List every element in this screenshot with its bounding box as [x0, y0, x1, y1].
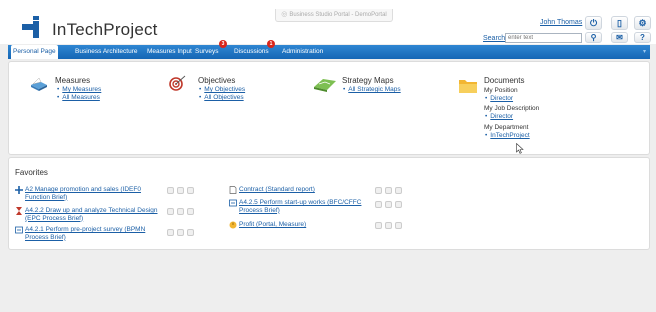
remove-button[interactable]	[395, 222, 402, 229]
user-name-link[interactable]: John Thomas	[540, 19, 582, 26]
my-position-label: My Position	[484, 87, 518, 94]
tab-surveys[interactable]: Surveys	[193, 45, 220, 59]
search-input[interactable]	[505, 33, 582, 43]
header: InTechProject ◎ Business Studio Portal - …	[0, 0, 656, 44]
report-icon	[229, 186, 237, 194]
gear-icon: ⚙	[638, 18, 647, 28]
department-links: InTechProject	[485, 132, 529, 140]
measure-icon	[229, 221, 237, 229]
search-button[interactable]: ⚲	[585, 32, 602, 43]
remove-button[interactable]	[187, 208, 194, 215]
strategy-title: Strategy Maps	[342, 76, 394, 85]
move-down-button[interactable]	[177, 208, 184, 215]
favorite-link[interactable]: A4.2.1 Perform pre-project survey (BPMN …	[25, 226, 165, 241]
objectives-title: Objectives	[198, 76, 236, 85]
power-icon: ⏻	[589, 18, 598, 28]
document-icon: ▯	[617, 18, 622, 28]
move-up-button[interactable]	[167, 187, 174, 194]
discussions-badge: 1	[267, 40, 275, 48]
mail-button[interactable]: ✉	[611, 32, 628, 43]
target-icon	[169, 75, 186, 91]
help-button[interactable]: ?	[634, 32, 651, 43]
my-objectives-link[interactable]: My Objectives	[204, 86, 245, 93]
favorite-controls	[375, 222, 402, 229]
cursor-icon	[516, 143, 524, 154]
all-measures-link[interactable]: All Measures	[62, 94, 100, 101]
process-icon	[15, 186, 23, 194]
job-description-label: My Job Description	[484, 105, 540, 112]
remove-button[interactable]	[187, 229, 194, 236]
diagram-icon	[15, 226, 23, 234]
tab-measures-input[interactable]: Measures Input	[145, 45, 194, 59]
department-link[interactable]: InTechProject	[490, 132, 529, 139]
favorite-controls	[375, 187, 402, 194]
mail-icon: ✉	[616, 33, 623, 42]
app-logo-icon	[22, 16, 48, 38]
move-up-button[interactable]	[167, 229, 174, 236]
favorite-link[interactable]: Contract (Standard report)	[239, 186, 315, 194]
favorite-link[interactable]: Profit (Portal, Measure)	[239, 221, 306, 229]
all-strategic-maps-link[interactable]: All Strategic Maps	[348, 86, 400, 93]
documents-title: Documents	[484, 76, 525, 85]
job-director-link[interactable]: Director	[490, 113, 513, 120]
move-down-button[interactable]	[385, 201, 392, 208]
hourglass-icon	[16, 207, 22, 215]
strategy-map-icon	[314, 79, 336, 92]
measures-title: Measures	[55, 76, 91, 85]
favorites-panel: Favorites A2 Manage promotion and sales …	[8, 157, 650, 250]
tab-administration[interactable]: Administration	[280, 45, 325, 59]
document-button[interactable]: ▯	[611, 16, 628, 30]
position-director-link[interactable]: Director	[490, 95, 513, 102]
move-down-button[interactable]	[177, 229, 184, 236]
move-up-button[interactable]	[375, 201, 382, 208]
folder-icon	[459, 80, 477, 93]
measures-links: My Measures All Measures	[57, 86, 101, 102]
strategy-links: All Strategic Maps	[343, 86, 400, 94]
move-down-button[interactable]	[385, 187, 392, 194]
favorites-title: Favorites	[15, 168, 48, 177]
diagram-icon	[229, 199, 237, 207]
favorite-link[interactable]: A4.2.2 Draw up and analyze Technical Des…	[25, 207, 165, 222]
surveys-badge: 3	[219, 40, 227, 48]
portal-title-tab: ◎ Business Studio Portal - DemoPortal	[275, 9, 393, 22]
remove-button[interactable]	[187, 187, 194, 194]
app-name: InTechProject	[52, 20, 158, 39]
tab-discussions[interactable]: Discussions	[232, 45, 271, 59]
job-links: Director	[485, 113, 513, 121]
nav-menu-icon[interactable]: ▾	[643, 48, 646, 55]
sections-panel: Measures My Measures All Measures Object…	[8, 61, 650, 155]
favorite-link[interactable]: A2 Manage promotion and sales (IDEF0 Fun…	[25, 186, 165, 201]
move-up-button[interactable]	[375, 187, 382, 194]
tab-business-architecture[interactable]: Business Architecture	[73, 45, 140, 59]
move-down-button[interactable]	[385, 222, 392, 229]
tab-personal-page[interactable]: Personal Page	[11, 45, 58, 59]
measures-icon	[31, 77, 47, 91]
my-measures-link[interactable]: My Measures	[62, 86, 101, 93]
remove-button[interactable]	[395, 201, 402, 208]
move-up-button[interactable]	[375, 222, 382, 229]
favorite-controls	[167, 187, 194, 194]
main-nav: Personal Page Business Architecture Meas…	[8, 40, 650, 59]
power-button[interactable]: ⏻	[585, 16, 602, 30]
favorite-link[interactable]: A4.2.5 Perform start-up works (BFC/CFFC …	[239, 199, 379, 214]
move-down-button[interactable]	[177, 187, 184, 194]
remove-button[interactable]	[395, 187, 402, 194]
objectives-links: My Objectives All Objectives	[199, 86, 245, 102]
favorite-controls	[167, 208, 194, 215]
help-icon: ?	[640, 33, 645, 42]
position-links: Director	[485, 95, 513, 103]
favorite-controls	[167, 229, 194, 236]
portal-title: Business Studio Portal - DemoPortal	[289, 12, 387, 18]
search-icon: ⚲	[590, 33, 597, 42]
favorite-controls	[375, 201, 402, 208]
department-label: My Department	[484, 124, 529, 131]
all-objectives-link[interactable]: All Objectives	[204, 94, 243, 101]
portal-icon: ◎	[281, 11, 288, 18]
search-link[interactable]: Search	[483, 35, 505, 42]
settings-button[interactable]: ⚙	[634, 16, 651, 30]
move-up-button[interactable]	[167, 208, 174, 215]
